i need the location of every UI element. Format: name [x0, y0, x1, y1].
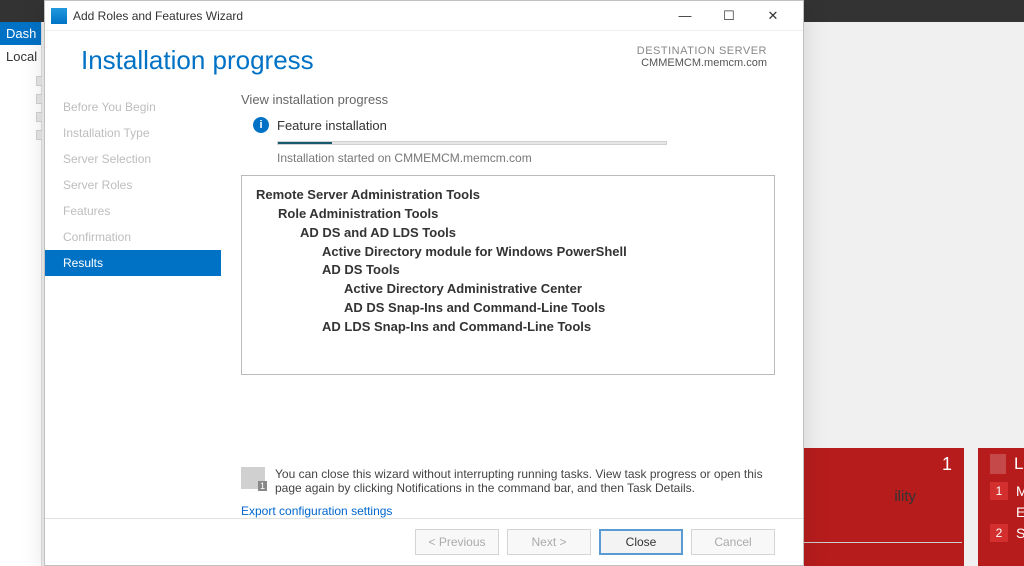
close-button[interactable]: Close	[599, 529, 683, 555]
wizard-step-0: Before You Begin	[45, 94, 221, 120]
bg-tile2-badge-1: 1	[990, 482, 1008, 500]
wizard-step-2: Server Selection	[45, 146, 221, 172]
status-text: Feature installation	[277, 118, 387, 133]
feature-tree-item: Role Administration Tools	[278, 205, 760, 224]
bg-manageability-text: ility	[796, 488, 916, 505]
wizard-steps: Before You BeginInstallation TypeServer …	[45, 84, 221, 518]
install-started-text: Installation started on CMMEMCM.memcm.co…	[277, 151, 775, 165]
wizard-titlebar[interactable]: Add Roles and Features Wizard — ☐ ✕	[45, 1, 803, 31]
feature-tree-item: Active Directory module for Windows Powe…	[322, 243, 760, 262]
progress-bar	[277, 141, 667, 145]
wizard-step-5: Confirmation	[45, 224, 221, 250]
feature-tree-item: Remote Server Administration Tools	[256, 186, 760, 205]
view-progress-label: View installation progress	[241, 92, 775, 107]
cancel-button[interactable]: Cancel	[691, 529, 775, 555]
feature-tree-item: AD DS Snap-Ins and Command-Line Tools	[344, 299, 760, 318]
wizard-title-text: Add Roles and Features Wizard	[73, 9, 243, 23]
feature-tree: Remote Server Administration ToolsRole A…	[241, 175, 775, 375]
wizard-step-3: Server Roles	[45, 172, 221, 198]
feature-tree-item: AD DS Tools	[322, 261, 760, 280]
previous-button[interactable]: < Previous	[415, 529, 499, 555]
window-close-button[interactable]: ✕	[751, 2, 795, 30]
bg-tile-1-count: 1	[942, 454, 952, 475]
next-button[interactable]: Next >	[507, 529, 591, 555]
wizard-step-4: Features	[45, 198, 221, 224]
feature-tree-item: AD DS and AD LDS Tools	[300, 224, 760, 243]
flag-icon	[241, 467, 265, 489]
window-minimize-button[interactable]: —	[663, 2, 707, 30]
feature-tree-item: AD LDS Snap-Ins and Command-Line Tools	[322, 318, 760, 337]
destination-block: DESTINATION SERVER CMMEMCM.memcm.com	[637, 45, 767, 69]
bg-tile2-label-3: Services	[1016, 525, 1024, 541]
close-note: You can close this wizard without interr…	[241, 467, 775, 495]
close-note-text: You can close this wizard without interr…	[275, 467, 775, 495]
wizard-step-1: Installation Type	[45, 120, 221, 146]
bg-sidebar-item-local[interactable]: Local	[0, 45, 41, 68]
wizard-app-icon	[51, 8, 67, 24]
bg-tile2-label-2: Events	[1016, 504, 1024, 520]
wizard-window: Add Roles and Features Wizard — ☐ ✕ Inst…	[44, 0, 804, 566]
wizard-footer: < Previous Next > Close Cancel	[45, 518, 803, 565]
export-link-row: Export configuration settings	[241, 503, 775, 518]
window-maximize-button[interactable]: ☐	[707, 2, 751, 30]
bg-sidebar: Dash Local All Se File a IIS WSUS	[0, 22, 42, 566]
bg-tile-2[interactable]: Local S 1 Manage Events 2 Services	[978, 448, 1024, 566]
export-config-link[interactable]: Export configuration settings	[241, 504, 392, 518]
wizard-step-6[interactable]: Results	[45, 250, 221, 276]
wizard-content: View installation progress i Feature ins…	[221, 84, 803, 518]
feature-tree-item: Active Directory Administrative Center	[344, 280, 760, 299]
wizard-heading: Installation progress	[81, 45, 314, 76]
destination-label: DESTINATION SERVER	[637, 45, 767, 57]
bg-tile-2-title: Local S	[1014, 454, 1024, 474]
bg-tile2-badge-3: 2	[990, 524, 1008, 542]
server-icon	[990, 454, 1006, 474]
bg-sidebar-item-dashboard[interactable]: Dash	[0, 22, 41, 45]
destination-value: CMMEMCM.memcm.com	[637, 57, 767, 69]
bg-tile2-label-1: Manage	[1016, 483, 1024, 499]
wizard-header: Installation progress DESTINATION SERVER…	[45, 31, 803, 84]
info-icon: i	[253, 117, 269, 133]
